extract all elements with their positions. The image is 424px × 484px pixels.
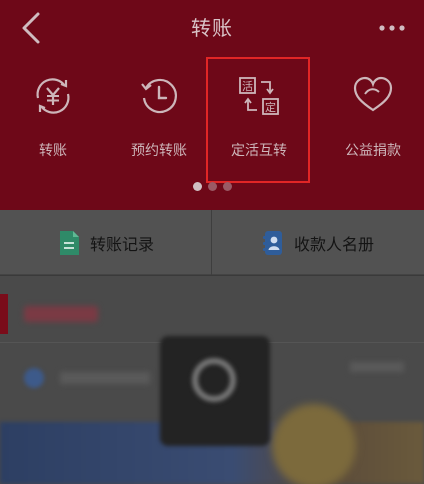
header-bar: 转账 转账 预约转账 活 定 定活互转 公益捐款	[0, 0, 424, 210]
pager-dot-3[interactable]	[222, 182, 232, 191]
blurred-tab-marker	[0, 294, 8, 334]
yuan-exchange-icon	[36, 78, 70, 114]
document-icon	[59, 230, 79, 255]
blurred-bank-icon	[24, 368, 44, 388]
pager-dot-1[interactable]	[192, 182, 202, 191]
blurred-list-value	[350, 362, 404, 372]
payee-book-label: 收款人名册	[293, 234, 374, 254]
action-label: 预约转账	[131, 143, 187, 159]
more-dots-icon[interactable]	[374, 10, 410, 46]
blurred-list-text	[60, 372, 150, 384]
selection-highlight	[206, 57, 310, 183]
page-title: 转账	[191, 16, 233, 40]
contacts-book-icon	[262, 230, 282, 255]
action-label: 转账	[39, 143, 67, 159]
action-transfer[interactable]: 转账	[0, 74, 108, 174]
action-label: 公益捐款	[345, 143, 401, 159]
action-scheduled-transfer[interactable]: 预约转账	[104, 74, 214, 174]
heart-donation-icon	[353, 76, 393, 112]
pager-dots	[0, 182, 424, 191]
clock-icon	[141, 78, 177, 114]
loading-spinner-icon	[192, 358, 236, 402]
pager-dot-2[interactable]	[207, 182, 217, 191]
blurred-section-title	[24, 306, 98, 322]
transfer-records-label: 转账记录	[89, 234, 154, 254]
blurred-content-area	[0, 276, 424, 484]
quick-links-bar: 转账记录 收款人名册	[0, 210, 424, 275]
payee-book-button[interactable]: 收款人名册	[212, 210, 424, 275]
transfer-records-button[interactable]: 转账记录	[0, 210, 212, 275]
blurred-banner-graphic	[272, 404, 356, 484]
action-charity-donation[interactable]: 公益捐款	[318, 74, 424, 174]
